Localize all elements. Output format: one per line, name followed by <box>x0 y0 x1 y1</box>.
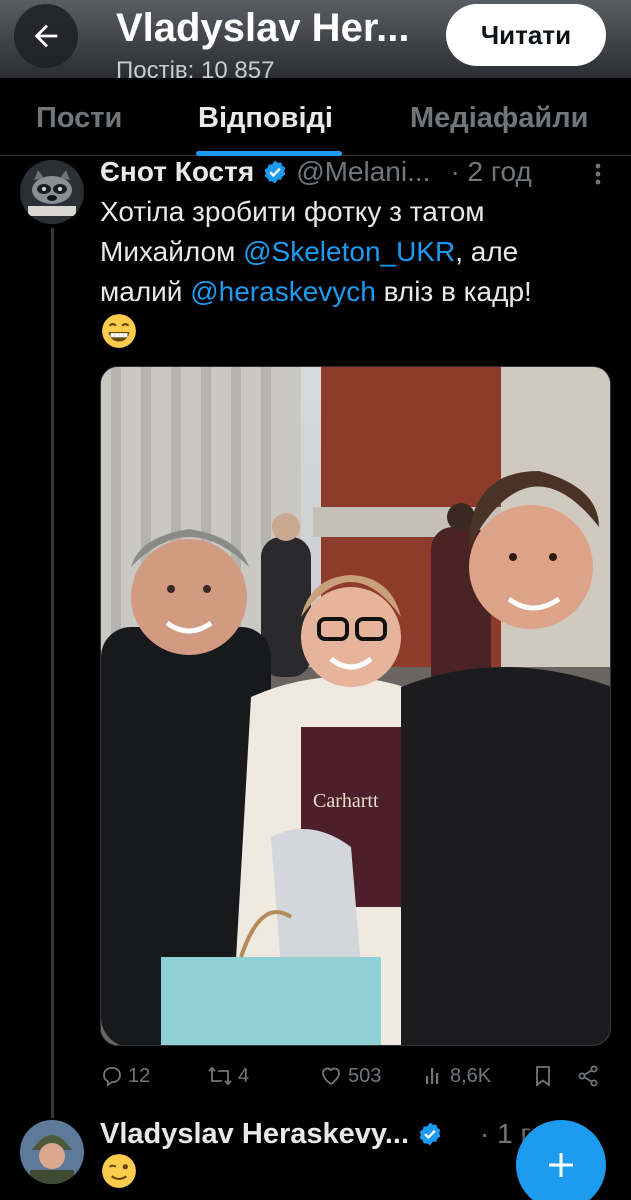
author-avatar[interactable] <box>20 160 84 224</box>
back-button[interactable] <box>14 4 78 68</box>
reply-button[interactable]: 12 <box>100 1058 150 1094</box>
tweet-text: Хотіла зробити фотку з татом Михайлом @S… <box>100 192 600 361</box>
tweet-header: Єнот Костя @Melani... · 2 год <box>100 152 615 192</box>
reply-count: 12 <box>128 1064 151 1087</box>
repost-count: 4 <box>238 1064 250 1087</box>
tweet-text-part: вліз в кадр! <box>375 276 532 307</box>
posts-count: Постів: 10 857 <box>116 58 275 78</box>
svg-text:Carhartt: Carhartt <box>313 790 379 812</box>
verified-badge-icon <box>262 159 288 185</box>
tweet-photo[interactable]: Carhartt <box>100 366 611 1046</box>
author-name[interactable]: Єнот Костя <box>100 156 254 188</box>
raccoon-avatar-image <box>20 160 84 224</box>
bookmark-button[interactable] <box>532 1058 554 1094</box>
profile-header: Vladyslav Her... Постів: 10 857 Читати <box>0 0 631 78</box>
repost-button[interactable]: 4 <box>206 1058 249 1094</box>
wink-emoji-icon <box>100 1152 138 1195</box>
tab-posts[interactable]: Пости <box>36 102 122 135</box>
reply-icon <box>103 1067 121 1087</box>
compose-button[interactable] <box>516 1120 606 1200</box>
group-photo-image: Carhartt <box>101 367 610 1045</box>
repost-icon <box>208 1066 232 1086</box>
mention-link[interactable]: @Skeleton_UKR <box>243 236 455 267</box>
like-button[interactable]: 503 <box>318 1058 381 1094</box>
author-handle[interactable]: @Melani... <box>296 156 430 188</box>
verified-badge-icon <box>417 1121 443 1147</box>
screen: Vladyslav Her... Постів: 10 857 Читати П… <box>0 0 631 1200</box>
more-options-icon[interactable] <box>588 162 608 191</box>
reply-author-name[interactable]: Vladyslav Heraskevy... <box>100 1118 409 1151</box>
mention-link[interactable]: @heraskevych <box>190 276 376 307</box>
views-count: 8,6K <box>450 1064 492 1087</box>
soldier-avatar-image <box>20 1120 84 1184</box>
share-button[interactable] <box>576 1058 600 1094</box>
profile-tabs: Пости Відповіді Медіафайли <box>0 78 631 156</box>
bookmark-icon <box>536 1066 550 1087</box>
tab-replies[interactable]: Відповіді <box>198 102 333 135</box>
profile-name: Vladyslav Her... <box>116 6 410 50</box>
grinning-emoji-icon <box>100 312 138 361</box>
follow-button[interactable]: Читати <box>446 4 606 66</box>
views-chart-icon <box>426 1068 439 1084</box>
tab-media[interactable]: Медіафайли <box>410 102 588 135</box>
author-avatar[interactable] <box>20 1120 84 1184</box>
tweet-actions: 12 4 503 8,6K <box>100 1058 611 1094</box>
arrow-left-icon <box>34 24 58 48</box>
share-icon <box>578 1065 598 1087</box>
heart-icon <box>322 1067 340 1086</box>
plus-icon <box>549 1153 573 1177</box>
reply-author: Vladyslav Heraskevy... <box>100 1114 500 1154</box>
like-count: 503 <box>348 1064 382 1087</box>
tweet-time[interactable]: · 2 год <box>450 156 531 188</box>
views-button[interactable]: 8,6K <box>422 1058 491 1094</box>
thread-line <box>51 228 54 1118</box>
